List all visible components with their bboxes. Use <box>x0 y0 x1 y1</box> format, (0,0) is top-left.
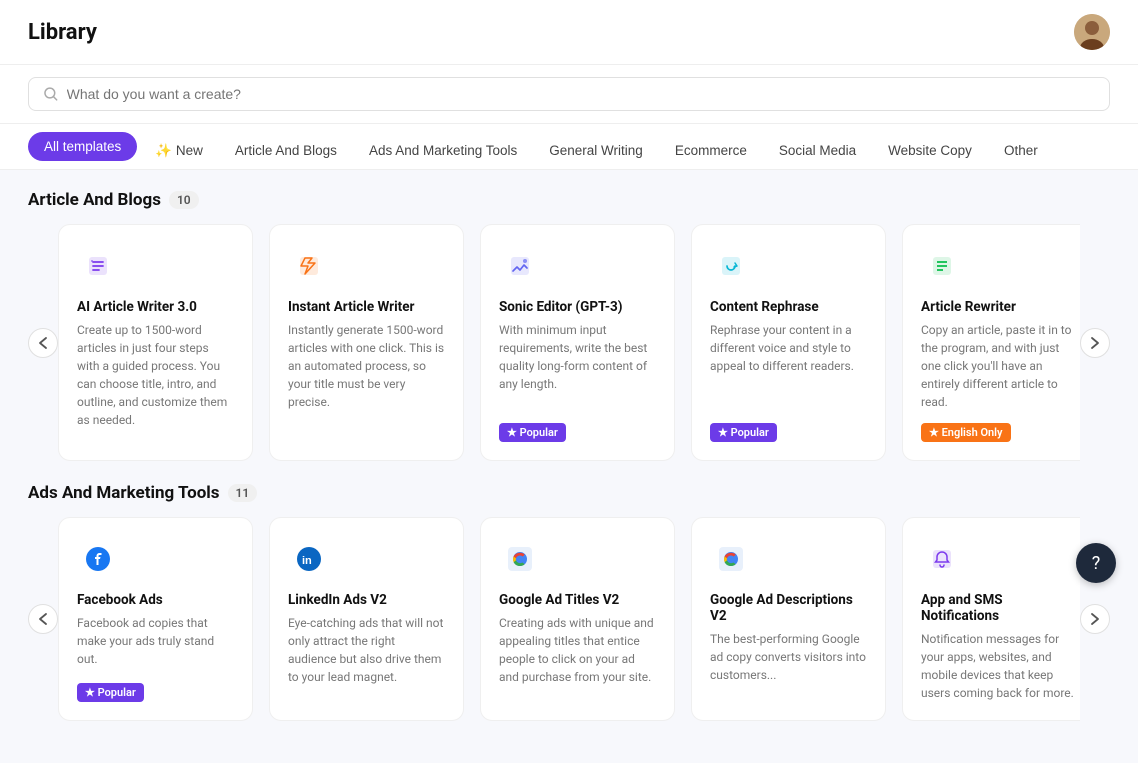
avatar[interactable] <box>1074 14 1110 50</box>
tab-general[interactable]: General Writing <box>535 135 657 166</box>
cards-row-wrap: AI Article Writer 3.0 Create up to 1500-w… <box>28 224 1110 461</box>
rephrase-icon <box>710 245 752 287</box>
card-sonic-editor[interactable]: Sonic Editor (GPT-3) With minimum input r… <box>480 224 675 461</box>
card-google-ad-titles[interactable]: Google Ad Titles V2 Creating ads with uni… <box>480 517 675 721</box>
card-instant-article[interactable]: Instant Article Writer Instantly generate… <box>269 224 464 461</box>
card-google-ad-desc[interactable]: Google Ad Descriptions V2 The best-perfor… <box>691 517 886 721</box>
next-arrow[interactable] <box>1080 328 1110 358</box>
card-badge: ★ Popular <box>710 423 777 442</box>
cards-row-wrap: Facebook Ads Facebook ad copies that make… <box>28 517 1110 721</box>
next-arrow[interactable] <box>1080 604 1110 634</box>
article-icon <box>77 245 119 287</box>
sonic-icon <box>499 245 541 287</box>
section-header-article-blogs: Article And Blogs 10 <box>28 190 1110 210</box>
card-title: Article Rewriter <box>921 299 1078 315</box>
linkedin-icon: in <box>288 538 330 580</box>
cards-row: AI Article Writer 3.0 Create up to 1500-w… <box>58 224 1080 461</box>
tab-ecommerce[interactable]: Ecommerce <box>661 135 761 166</box>
card-desc: Create up to 1500-word articles in just … <box>77 321 234 442</box>
page-title: Library <box>28 20 97 45</box>
card-desc: Instantly generate 1500-word articles wi… <box>288 321 445 442</box>
instant-icon <box>288 245 330 287</box>
card-title: Google Ad Descriptions V2 <box>710 592 867 624</box>
cards-row: Facebook Ads Facebook ad copies that make… <box>58 517 1080 721</box>
facebook-icon <box>77 538 119 580</box>
tab-social[interactable]: Social Media <box>765 135 870 166</box>
card-desc: The best-performing Google ad copy conve… <box>710 630 867 702</box>
google-icon <box>499 538 541 580</box>
section-title: Article And Blogs <box>28 190 161 210</box>
prev-arrow[interactable] <box>28 328 58 358</box>
card-linkedin-ads[interactable]: in LinkedIn Ads V2 Eye-catching ads that w… <box>269 517 464 721</box>
tab-article[interactable]: Article And Blogs <box>221 135 351 166</box>
tab-ads[interactable]: Ads And Marketing Tools <box>355 135 531 166</box>
tabs-bar: All templates✨ NewArticle And BlogsAds A… <box>0 124 1138 170</box>
card-title: AI Article Writer 3.0 <box>77 299 234 315</box>
main-content: Article And Blogs 10 AI Article Writer 3.0… <box>0 170 1138 763</box>
card-facebook-ads[interactable]: Facebook Ads Facebook ad copies that make… <box>58 517 253 721</box>
card-desc: Creating ads with unique and appealing t… <box>499 614 656 702</box>
card-desc: Notification messages for your apps, web… <box>921 630 1078 702</box>
card-title: LinkedIn Ads V2 <box>288 592 445 608</box>
google2-icon <box>710 538 752 580</box>
search-bar <box>0 65 1138 124</box>
tab-new[interactable]: ✨ New <box>141 135 217 167</box>
search-icon <box>43 86 59 102</box>
card-app-sms[interactable]: App and SMS Notifications Notification me… <box>902 517 1080 721</box>
card-desc: Copy an article, paste it in to the prog… <box>921 321 1078 411</box>
prev-arrow[interactable] <box>28 604 58 634</box>
section-title: Ads And Marketing Tools <box>28 483 220 503</box>
section-article-blogs: Article And Blogs 10 AI Article Writer 3.0… <box>28 190 1110 461</box>
card-badge: ★ English Only <box>921 423 1011 442</box>
card-title: Sonic Editor (GPT-3) <box>499 299 656 315</box>
search-input[interactable] <box>67 86 1095 102</box>
card-badge: ★ Popular <box>77 683 144 702</box>
card-badge: ★ Popular <box>499 423 566 442</box>
bell-icon <box>921 538 963 580</box>
section-header-ads-marketing: Ads And Marketing Tools 11 <box>28 483 1110 503</box>
card-title: App and SMS Notifications <box>921 592 1078 624</box>
tab-all[interactable]: All templates <box>28 132 137 161</box>
section-ads-marketing: Ads And Marketing Tools11Facebook AdsFac… <box>28 483 1110 721</box>
help-button[interactable]: ? <box>1076 543 1116 583</box>
card-desc: Eye-catching ads that will not only attr… <box>288 614 445 702</box>
section-count: 10 <box>169 191 199 209</box>
top-bar: Library <box>0 0 1138 65</box>
card-desc: Facebook ad copies that make your ads tr… <box>77 614 234 671</box>
card-title: Content Rephrase <box>710 299 867 315</box>
card-title: Instant Article Writer <box>288 299 445 315</box>
card-title: Facebook Ads <box>77 592 234 608</box>
card-article-rewriter[interactable]: Article Rewriter Copy an article, paste i… <box>902 224 1080 461</box>
tab-other[interactable]: Other <box>990 135 1052 166</box>
card-desc: With minimum input requirements, write t… <box>499 321 656 411</box>
search-wrap <box>28 77 1110 111</box>
card-title: Google Ad Titles V2 <box>499 592 656 608</box>
section-count: 11 <box>228 484 258 502</box>
card-content-rephrase[interactable]: Content Rephrase Rephrase your content in… <box>691 224 886 461</box>
card-ai-article-writer[interactable]: AI Article Writer 3.0 Create up to 1500-w… <box>58 224 253 461</box>
card-desc: Rephrase your content in a different voi… <box>710 321 867 411</box>
tab-website[interactable]: Website Copy <box>874 135 986 166</box>
rewriter-icon <box>921 245 963 287</box>
svg-text:in: in <box>302 555 312 567</box>
